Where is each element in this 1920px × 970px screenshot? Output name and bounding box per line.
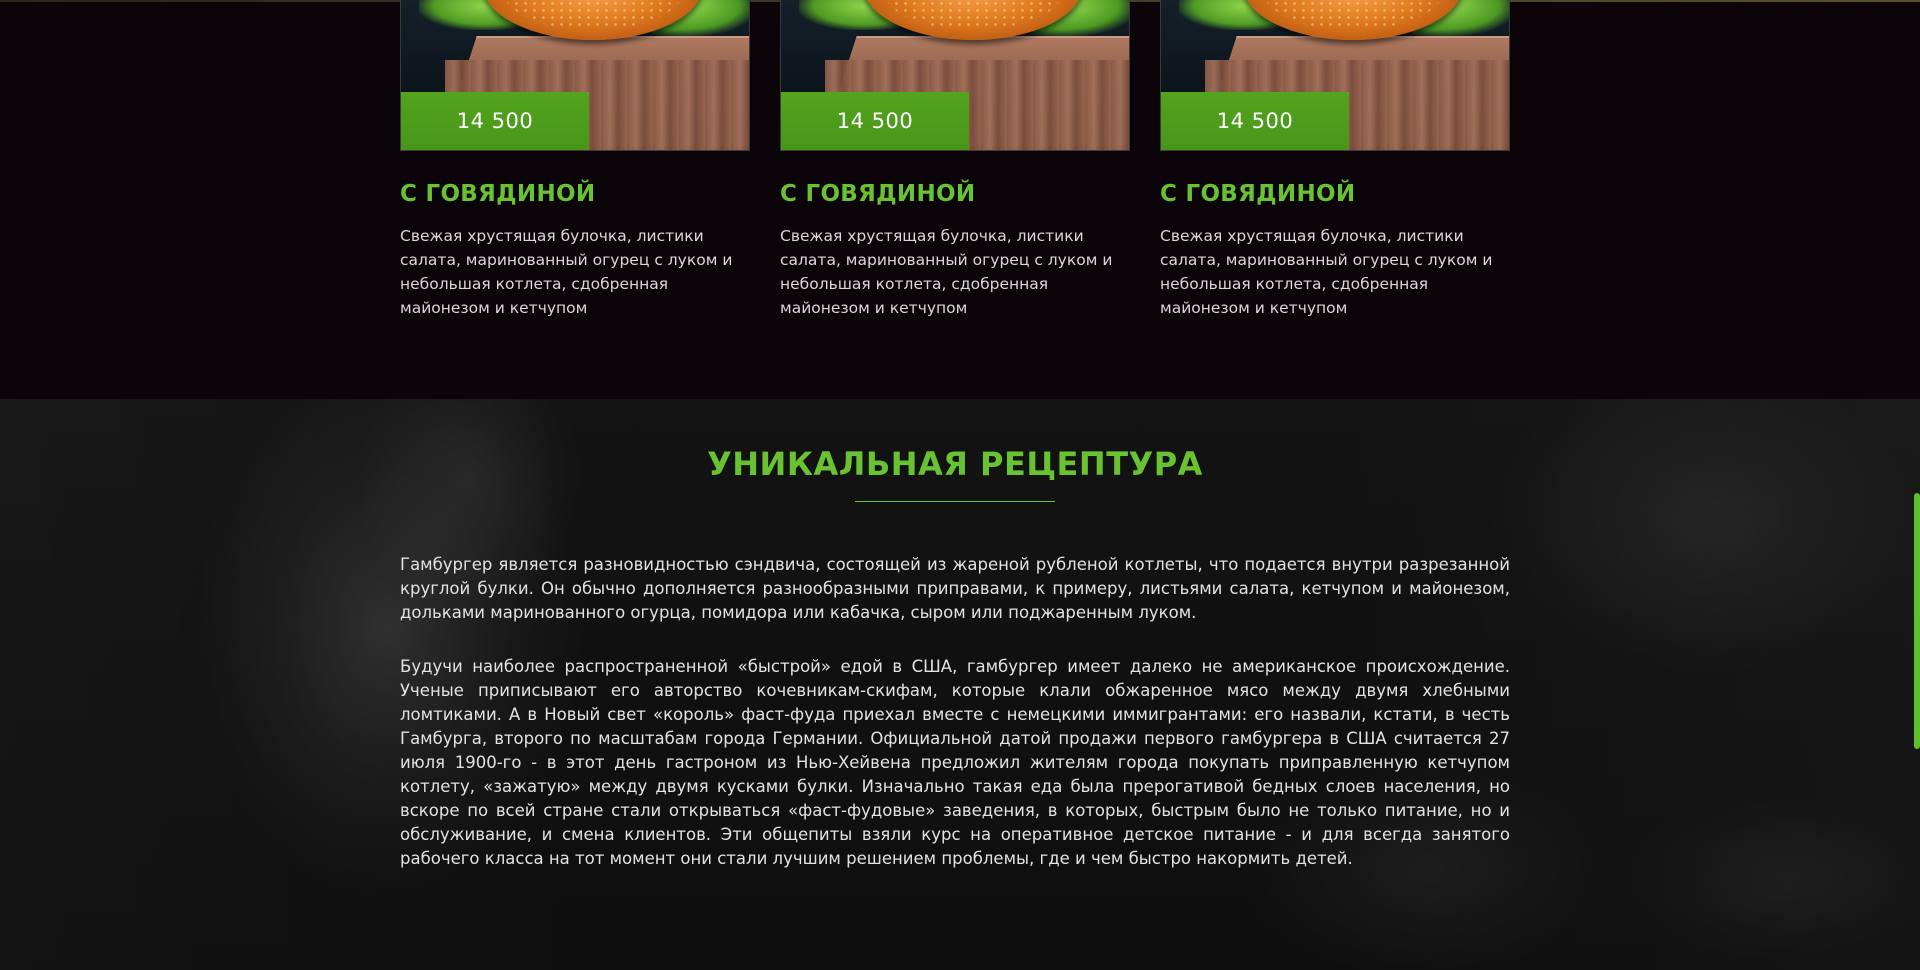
product-image[interactable]: 14 500 <box>780 0 1130 151</box>
section-title: УНИКАЛЬНАЯ РЕЦЕПТУРА <box>707 445 1203 483</box>
product-card[interactable]: 14 500 С ГОВЯДИНОЙ Свежая хрустящая було… <box>400 0 750 320</box>
product-title[interactable]: С ГОВЯДИНОЙ <box>1160 181 1510 207</box>
product-description: Свежая хрустящая булочка, листики салата… <box>1160 227 1493 317</box>
price-badge: 14 500 <box>1161 92 1349 150</box>
scrollbar[interactable] <box>1914 0 1920 970</box>
product-image[interactable]: 14 500 <box>400 0 750 151</box>
page: 14 500 С ГОВЯДИНОЙ Свежая хрустящая було… <box>0 0 1920 970</box>
product-card[interactable]: 14 500 С ГОВЯДИНОЙ Свежая хрустящая було… <box>1160 0 1510 320</box>
scrollbar-thumb[interactable] <box>1914 493 1920 749</box>
title-underline <box>855 501 1055 502</box>
product-title[interactable]: С ГОВЯДИНОЙ <box>780 181 1130 207</box>
recipe-paragraph: Гамбургер является разновидностью сэндви… <box>400 555 1510 622</box>
recipe-paragraph: Будучи наиболее распространенной «быстро… <box>400 657 1510 868</box>
recipe-text: Гамбургер является разновидностью сэндви… <box>400 553 1510 901</box>
price-badge: 14 500 <box>781 92 969 150</box>
product-image[interactable]: 14 500 <box>1160 0 1510 151</box>
product-title[interactable]: С ГОВЯДИНОЙ <box>400 181 750 207</box>
product-description: Свежая хрустящая булочка, листики салата… <box>780 227 1113 317</box>
price-badge: 14 500 <box>401 92 589 150</box>
recipe-section: УНИКАЛЬНАЯ РЕЦЕПТУРА Гамбургер является … <box>0 399 1920 970</box>
product-description: Свежая хрустящая булочка, листики салата… <box>400 227 733 317</box>
product-card[interactable]: 14 500 С ГОВЯДИНОЙ Свежая хрустящая було… <box>780 0 1130 320</box>
products-section: 14 500 С ГОВЯДИНОЙ Свежая хрустящая було… <box>0 0 1920 399</box>
